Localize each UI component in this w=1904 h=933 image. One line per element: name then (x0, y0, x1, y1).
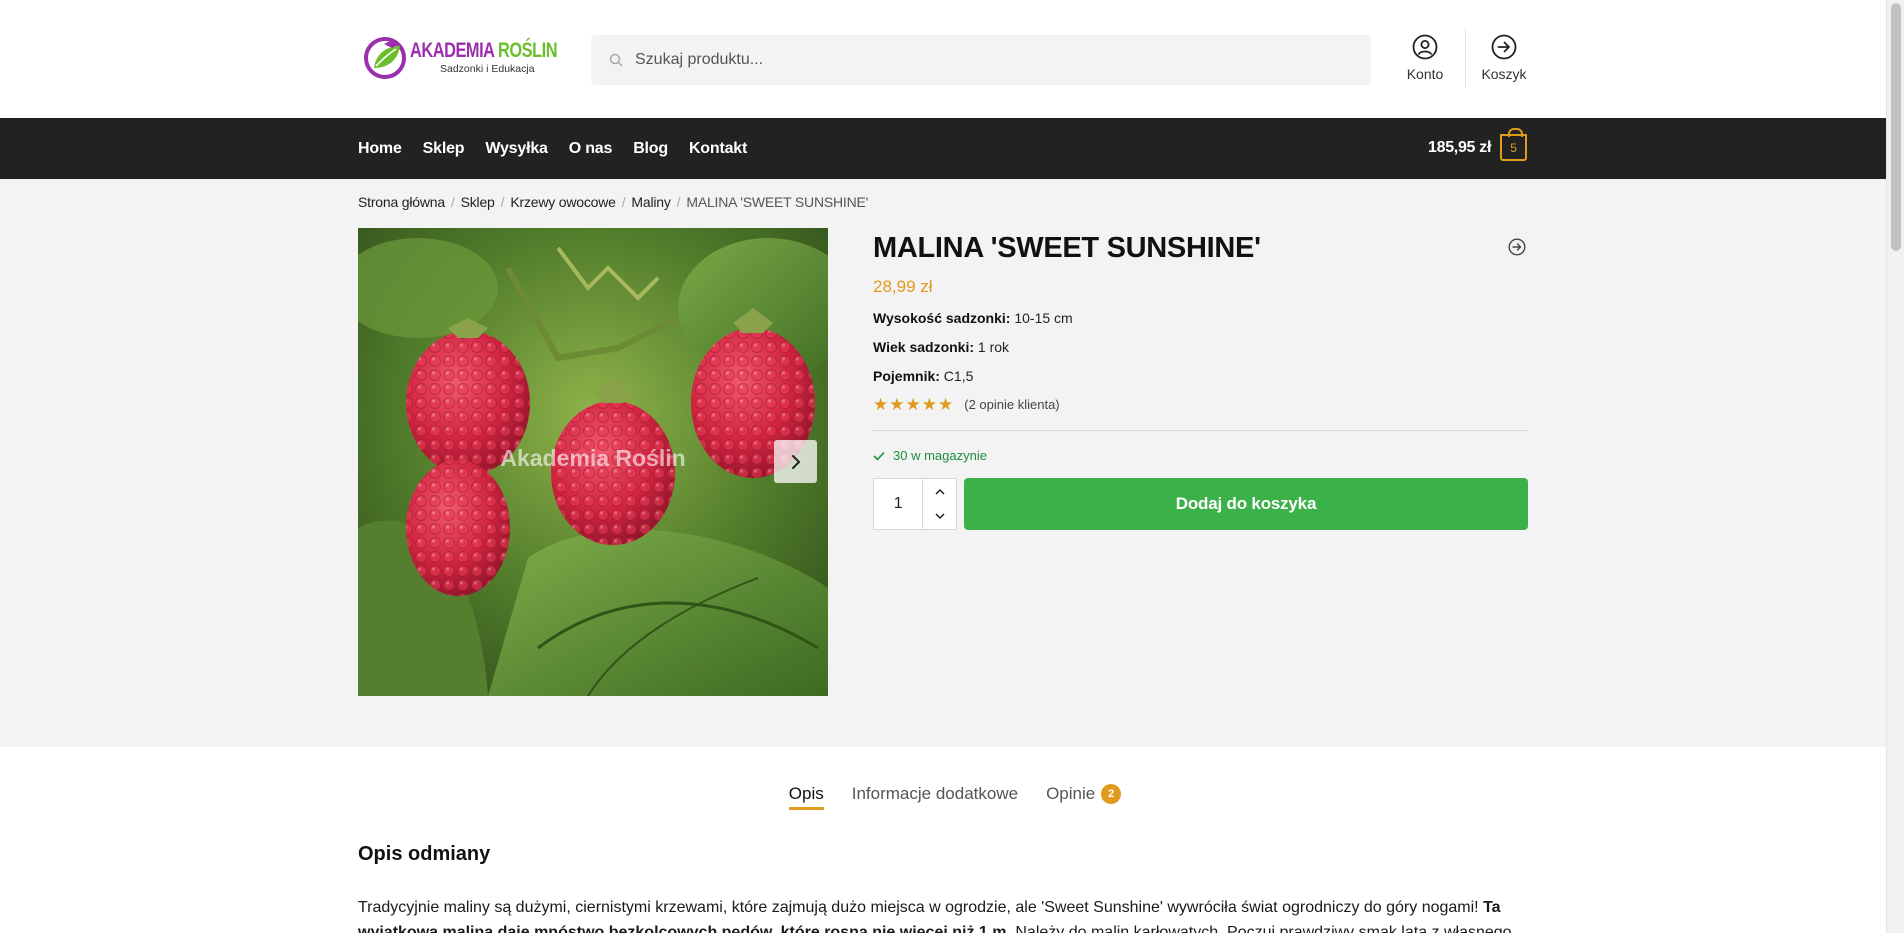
tab-label: Opis (788, 784, 824, 803)
gallery-next-button[interactable] (774, 440, 817, 483)
nav-item-shipping[interactable]: Wysyłka (485, 140, 548, 158)
cart-count-badge: 5 (1500, 128, 1528, 161)
star-icon: ★ (905, 395, 921, 414)
tab-label: Informacje dodatkowe (851, 784, 1019, 803)
arrow-circle-icon (1491, 34, 1517, 60)
chevron-right-icon (791, 454, 800, 469)
breadcrumb-shop[interactable]: Sklep (461, 194, 495, 210)
attribute-label: Wiek sadzonki: (873, 339, 975, 355)
quantity-increase-button[interactable] (923, 479, 956, 504)
description-text-tail: . Należy do malin karłowatych. Poczuj pr… (1006, 924, 1512, 933)
logo-title-part1: AKADEMIA (410, 38, 494, 62)
breadcrumb-separator: / (450, 194, 455, 210)
add-to-cart-form: 1 Dodaj do koszyka (873, 478, 1528, 530)
search-bar[interactable] (591, 35, 1371, 85)
quantity-stepper[interactable]: 1 (873, 478, 957, 530)
chevron-up-icon (935, 488, 945, 495)
account-label: Konto (1406, 66, 1444, 82)
nav-item-home[interactable]: Home (358, 140, 402, 158)
breadcrumb-subcategory[interactable]: Maliny (631, 194, 670, 210)
main-nav: Home Sklep Wysyłka O nas Blog Kontakt 18… (0, 118, 1886, 179)
attribute-age: Wiek sadzonki: 1 rok (873, 339, 1528, 355)
product-gallery[interactable]: Akademia Roślin (358, 228, 828, 696)
search-input[interactable] (635, 51, 1335, 69)
user-icon (1412, 34, 1438, 60)
reviews-count-badge: 2 (1101, 784, 1122, 804)
rating-stars: ★ ★ ★ ★ ★ (873, 396, 954, 413)
tab-description[interactable]: Opis (788, 784, 824, 810)
nav-item-shop[interactable]: Sklep (423, 140, 465, 158)
breadcrumb-category[interactable]: Krzewy owocowe (510, 194, 616, 210)
site-logo[interactable]: AKADEMIA ROŚLIN Sadzonki i Edukacja (362, 32, 558, 82)
share-icon[interactable] (1508, 238, 1526, 261)
product-price: 28,99 zł (873, 277, 933, 296)
star-icon: ★ (873, 395, 889, 414)
cart-label: Koszyk (1481, 66, 1527, 82)
tab-additional-info[interactable]: Informacje dodatkowe (852, 784, 1018, 810)
scrollbar-thumb[interactable] (1891, 3, 1901, 251)
breadcrumb-home[interactable]: Strona główna (358, 194, 445, 210)
chevron-down-icon (935, 513, 945, 520)
nav-item-contact[interactable]: Kontakt (689, 140, 747, 158)
reviews-link[interactable]: (2 opinie klienta) (964, 397, 1059, 412)
logo-leaf-icon (364, 37, 406, 79)
nav-item-blog[interactable]: Blog (633, 140, 668, 158)
summary-divider (873, 430, 1528, 431)
site-header: AKADEMIA ROŚLIN Sadzonki i Edukacja Kont… (0, 0, 1886, 118)
cart-total: 185,95 zł (1428, 138, 1492, 156)
attribute-label: Wysokość sadzonki: (873, 310, 1011, 326)
product-summary: MALINA 'SWEET SUNSHINE' 28,99 zł Wysokoś… (873, 228, 1528, 530)
star-icon: ★ (889, 395, 905, 414)
product-rating: ★ ★ ★ ★ ★ (2 opinie klienta) (873, 396, 1528, 413)
attribute-value: C1,5 (943, 368, 974, 384)
attribute-container: Pojemnik: C1,5 (873, 368, 1528, 384)
breadcrumb-separator: / (621, 194, 626, 210)
search-icon (609, 53, 623, 67)
attribute-value: 10-15 cm (1014, 310, 1073, 326)
logo-title-part2: ROŚLIN (498, 38, 558, 62)
attribute-value: 1 rok (977, 339, 1010, 355)
product-area: Strona główna / Sklep / Krzewy owocowe / Ma… (0, 179, 1886, 747)
breadcrumb-current: MALINA 'SWEET SUNSHINE' (686, 194, 869, 210)
nav-item-about[interactable]: O nas (569, 140, 613, 158)
breadcrumb: Strona główna / Sklep / Krzewy owocowe / Ma… (358, 194, 868, 210)
nav-cart[interactable]: 185,95 zł 5 (1428, 128, 1528, 161)
description-heading: Opis odmiany (358, 843, 491, 865)
product-title: MALINA 'SWEET SUNSHINE' (873, 232, 1261, 264)
quantity-decrease-button[interactable] (923, 504, 956, 529)
stock-status: 30 w magazynie (873, 448, 1528, 463)
header-divider (1465, 28, 1466, 88)
breadcrumb-separator: / (500, 194, 505, 210)
add-to-cart-button[interactable]: Dodaj do koszyka (964, 478, 1528, 530)
checkmark-icon (873, 451, 885, 461)
tab-label: Opinie (1046, 784, 1096, 803)
account-link[interactable]: Konto (1403, 34, 1447, 82)
description-text: Tradycyjnie maliny są dużymi, ciernistym… (358, 895, 1528, 933)
product-tabs: Opis Informacje dodatkowe Opinie 2 (0, 784, 1886, 810)
gallery-watermark: Akademia Roślin (500, 445, 685, 471)
star-icon: ★ (938, 395, 954, 414)
attribute-height: Wysokość sadzonki: 10-15 cm (873, 310, 1528, 326)
product-image: Akademia Roślin (358, 228, 828, 696)
quantity-input[interactable]: 1 (874, 479, 924, 529)
description-text-plain: Tradycyjnie maliny są dużymi, ciernistym… (358, 899, 1484, 916)
breadcrumb-separator: / (676, 194, 681, 210)
star-icon: ★ (921, 395, 937, 414)
stock-text: 30 w magazynie (893, 448, 987, 463)
logo-subtitle: Sadzonki i Edukacja (440, 62, 535, 75)
attribute-label: Pojemnik: (873, 368, 940, 384)
tab-reviews[interactable]: Opinie 2 (1046, 784, 1122, 810)
page-scrollbar[interactable] (1886, 0, 1904, 933)
cart-link[interactable]: Koszyk (1480, 34, 1528, 82)
